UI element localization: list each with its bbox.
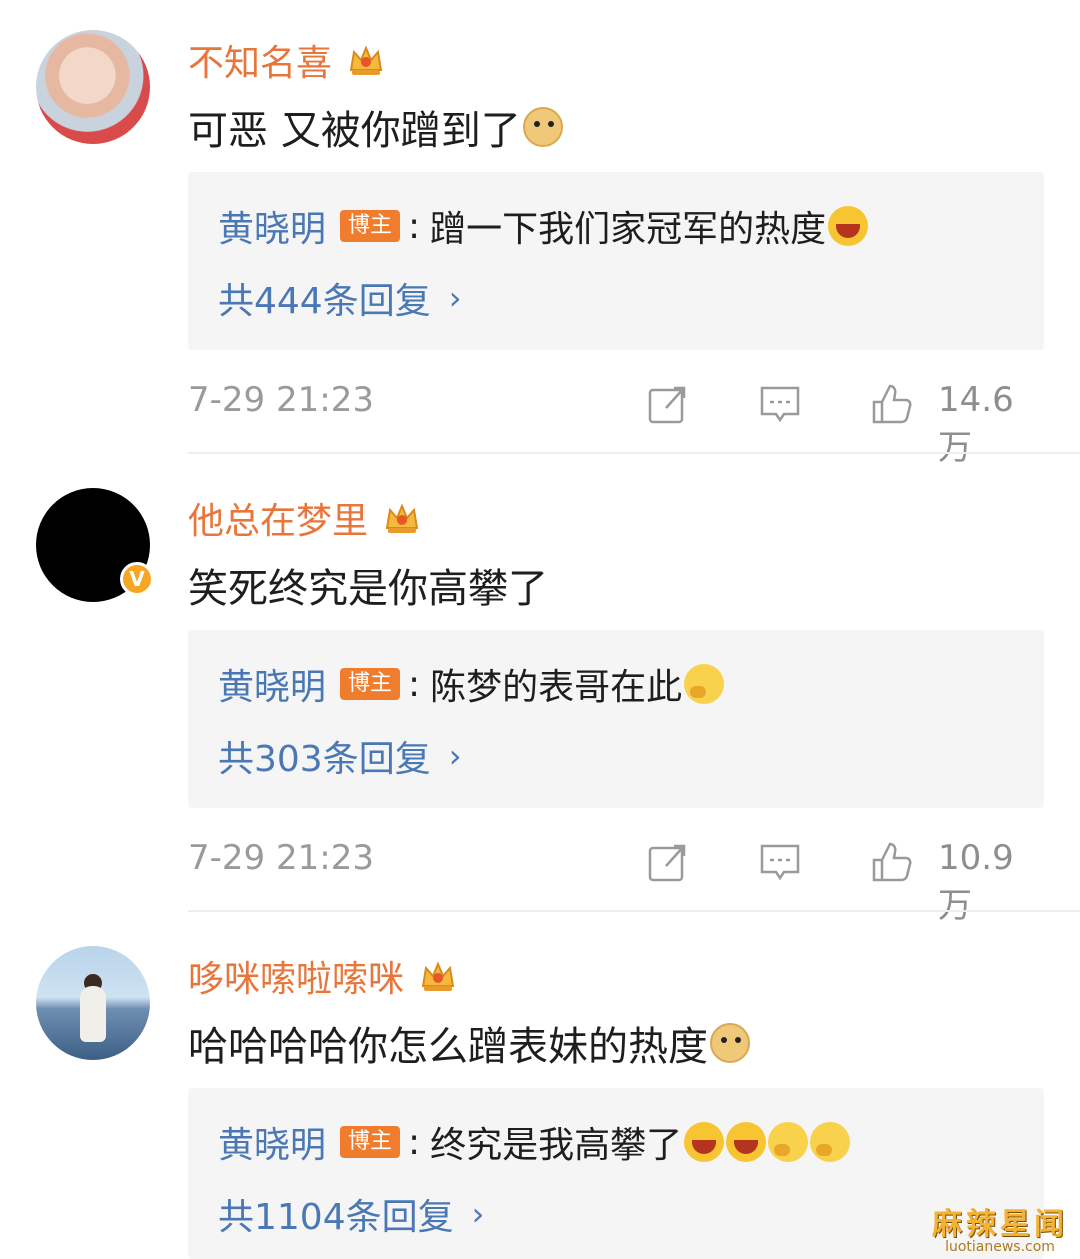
reply-line: 黄晓明 博主 : 陈梦的表哥在此 [218,658,725,710]
like-icon[interactable] [870,382,914,426]
watermark-url: luotianews.com [945,1239,1055,1255]
comment-time: 7-29 21:23 [188,380,374,420]
view-replies-link[interactable]: 共444条回复 › [218,272,462,324]
chevron-right-icon: › [471,1195,485,1233]
reply-line: 黄晓明 博主 : 蹭一下我们家冠军的热度 [218,200,869,252]
divider [188,452,1080,454]
comment-text: 笑死终究是你高攀了 [188,556,548,614]
reply-separator: : [408,1121,421,1163]
username[interactable]: 哆咪嗦啦嗦咪 [188,950,458,1002]
comment-icon[interactable] [758,382,802,426]
username[interactable]: 他总在梦里 [188,492,422,544]
like-count: 14.6万 [938,380,1014,468]
reply-preview[interactable]: 黄晓明 博主 : 终究是我高攀了 共1104条回复 › [188,1088,1044,1259]
reply-line: 黄晓明 博主 : 终究是我高攀了 [218,1116,851,1168]
author-badge: 博主 [340,1126,401,1158]
crown-icon [346,40,386,80]
thinking-emoji-icon [768,1122,809,1162]
reply-text: 终究是我高攀了 [430,1125,683,1166]
watermark: 麻辣星闻 luotianews.com [932,1199,1068,1255]
chevron-right-icon: › [448,737,462,775]
comment-text: 哈哈哈哈你怎么蹭表妹的热度 [188,1014,750,1072]
reply-author[interactable]: 黄晓明 [218,658,326,710]
comment-text: 可恶 又被你蹭到了 [188,98,563,156]
share-icon[interactable] [646,840,690,884]
avatar[interactable]: V [36,488,154,602]
username-text[interactable]: 不知名喜 [188,34,332,86]
reply-author[interactable]: 黄晓明 [218,200,326,252]
view-replies-label[interactable]: 共1104条回复 [218,1188,454,1240]
doge-emoji-icon [522,107,563,147]
comment-icon[interactable] [758,840,802,884]
reply-text: 陈梦的表哥在此 [430,667,683,708]
avatar[interactable] [36,30,150,144]
share-icon[interactable] [646,382,690,426]
reply-author[interactable]: 黄晓明 [218,1116,326,1168]
crown-icon [382,498,422,538]
chevron-right-icon: › [448,279,462,317]
laugh-emoji-icon [684,1122,725,1162]
comment-text-content: 可恶 又被你蹭到了 [188,108,521,154]
reply-preview[interactable]: 黄晓明 博主 : 蹭一下我们家冠军的热度 共444条回复 › [188,172,1044,350]
avatar[interactable] [36,946,150,1060]
comment-text-content: 哈哈哈哈你怎么蹭表妹的热度 [188,1024,708,1070]
crown-icon [418,956,458,996]
doge-emoji-icon [710,1023,750,1063]
like-icon[interactable] [870,840,914,884]
like-count: 10.9万 [938,838,1014,926]
reply-separator: : [408,663,421,705]
divider [188,910,1080,912]
username[interactable]: 不知名喜 [188,34,386,86]
laugh-emoji-icon [828,206,869,246]
author-badge: 博主 [340,210,401,242]
comment-text-content: 笑死终究是你高攀了 [188,566,548,612]
verified-icon: V [120,562,154,596]
reply-text: 蹭一下我们家冠军的热度 [430,209,827,250]
username-text[interactable]: 哆咪嗦啦嗦咪 [188,950,404,1002]
laugh-emoji-icon [726,1122,767,1162]
comment-time: 7-29 21:23 [188,838,374,878]
thinking-emoji-icon [684,664,725,704]
username-text[interactable]: 他总在梦里 [188,492,368,544]
view-replies-link[interactable]: 共1104条回复 › [218,1188,484,1240]
comment-meta: 7-29 21:23 14.6万 [188,380,1044,468]
watermark-title: 麻辣星闻 [932,1207,1068,1242]
reply-separator: : [408,205,421,247]
comment-meta: 7-29 21:23 10.9万 [188,838,1044,926]
author-badge: 博主 [340,668,401,700]
avatar-figure-body [80,986,106,1042]
view-replies-label[interactable]: 共444条回复 [218,272,431,324]
view-replies-label[interactable]: 共303条回复 [218,730,431,782]
reply-preview[interactable]: 黄晓明 博主 : 陈梦的表哥在此 共303条回复 › [188,630,1044,808]
thinking-emoji-icon [810,1122,851,1162]
view-replies-link[interactable]: 共303条回复 › [218,730,462,782]
